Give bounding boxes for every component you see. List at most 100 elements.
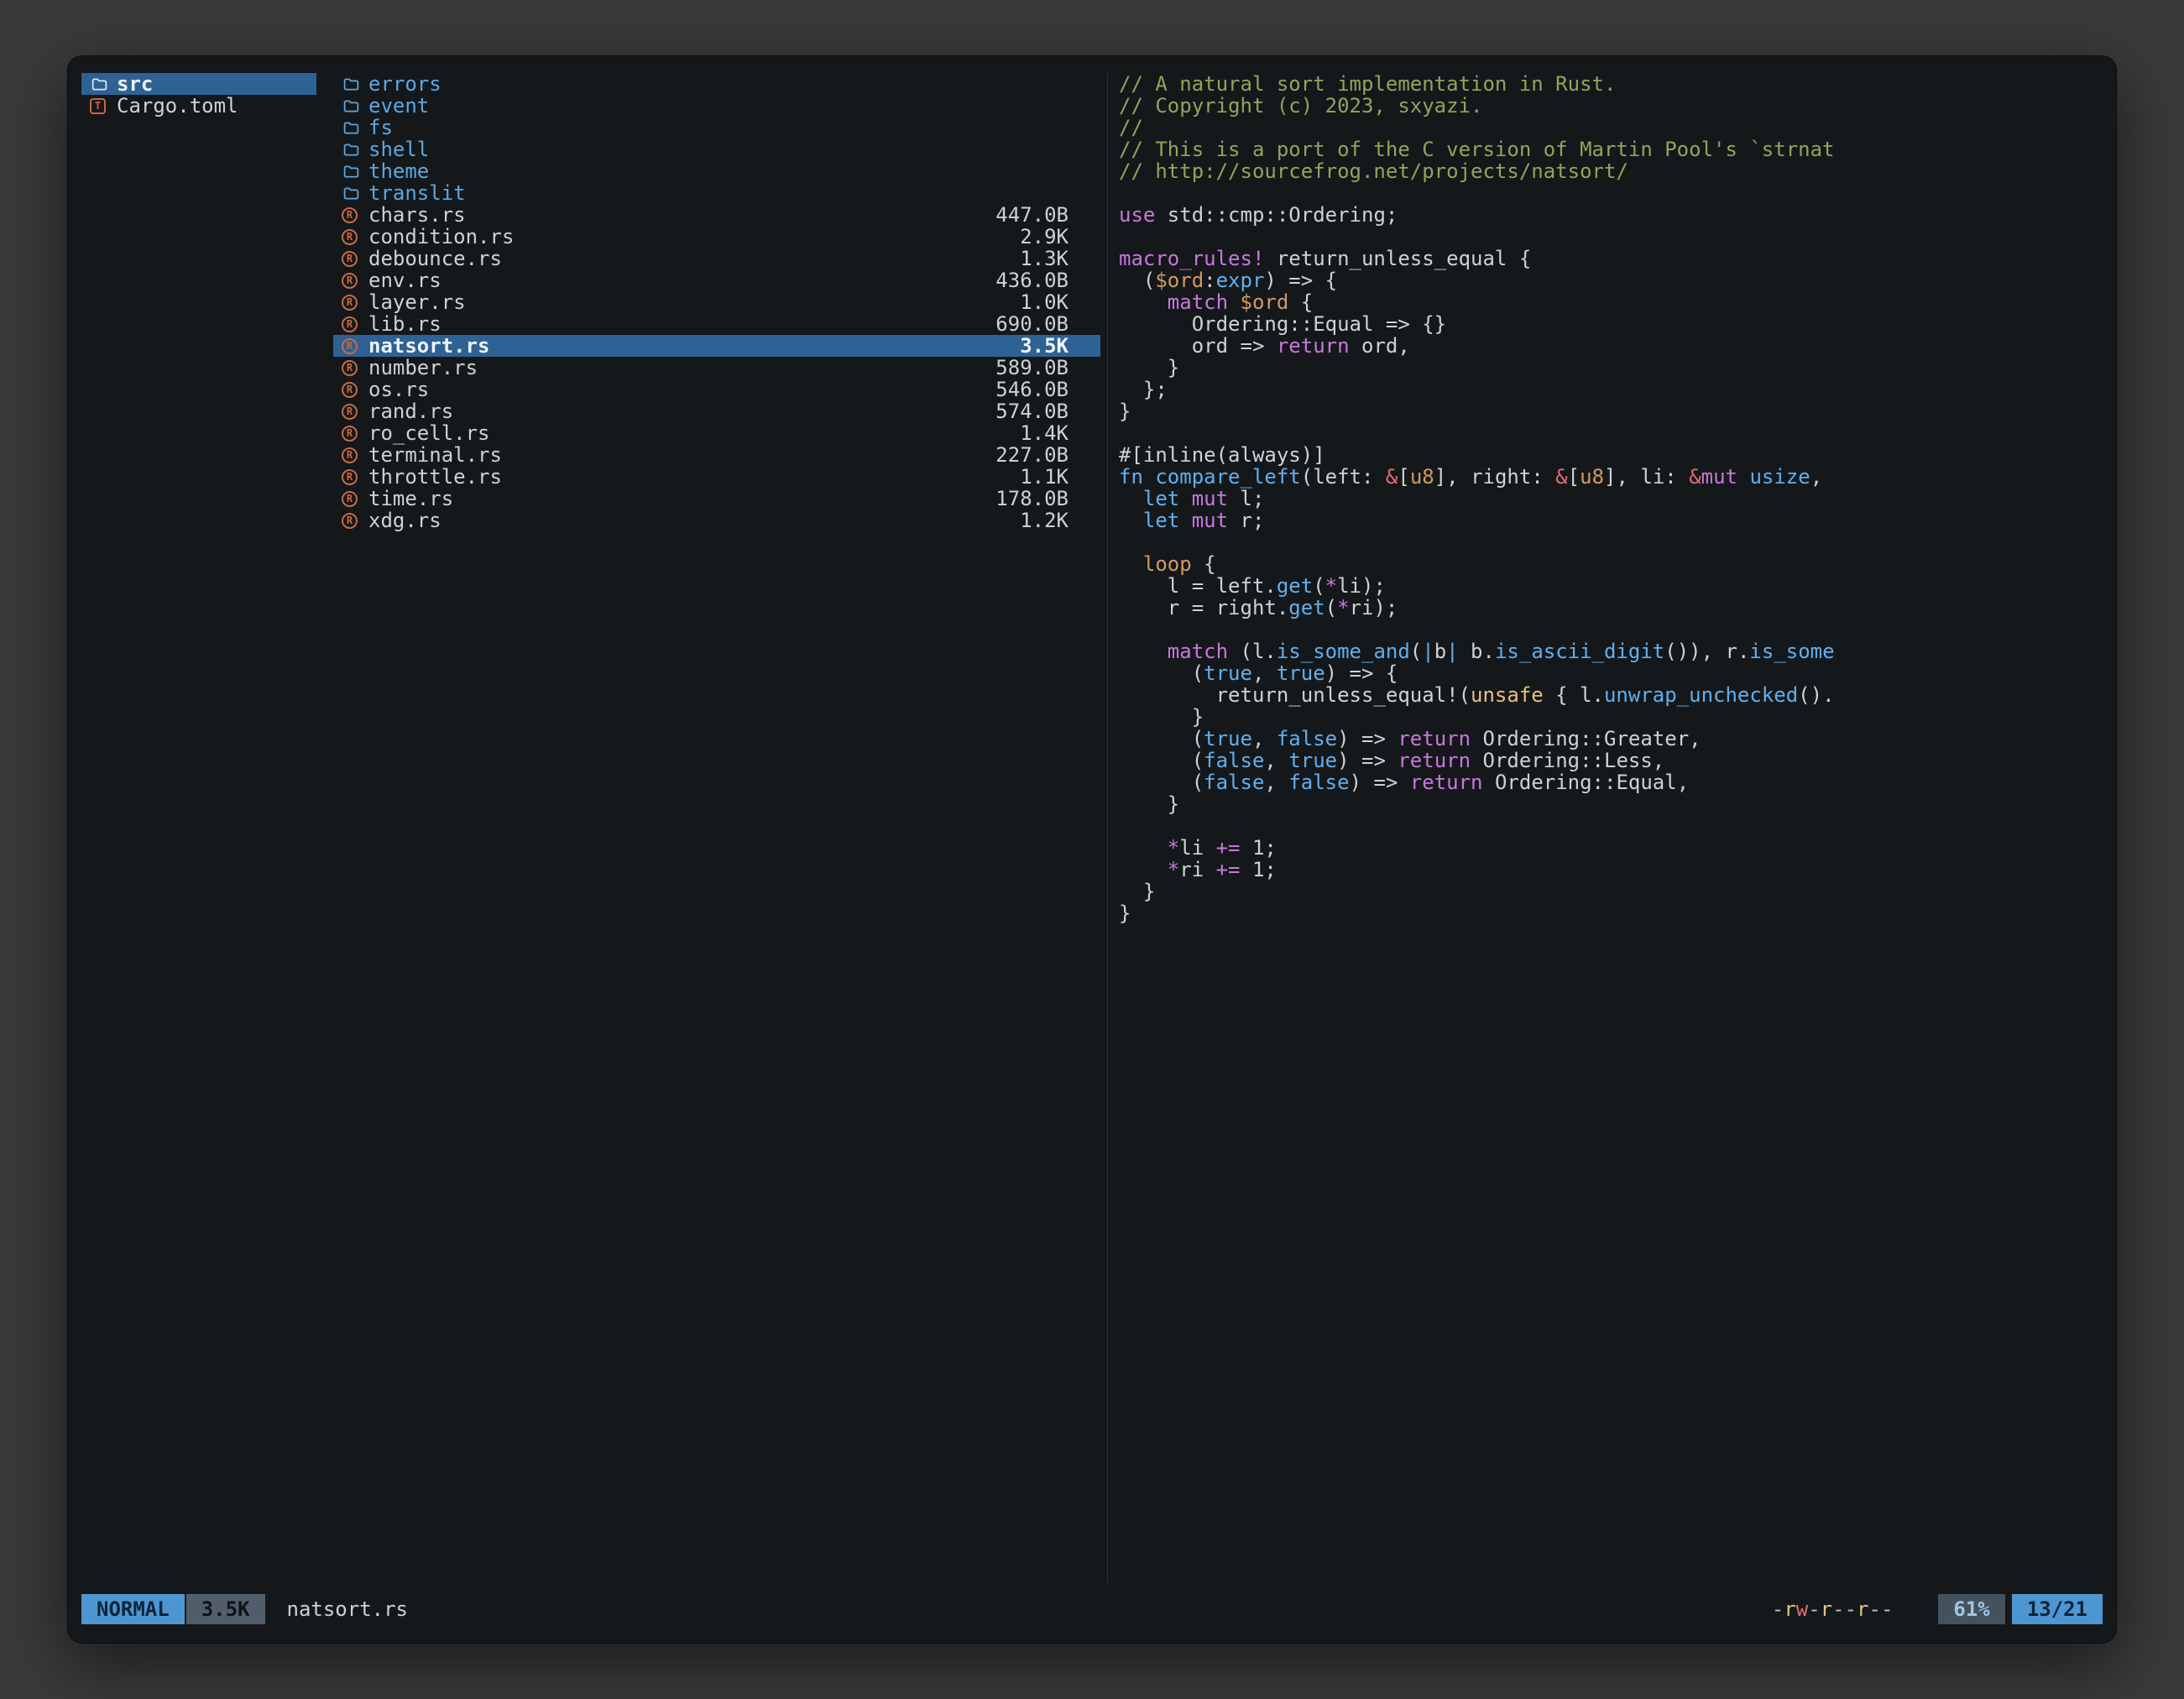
code-line: }: [1119, 400, 2106, 422]
entry-name: ro_cell.rs: [368, 422, 490, 444]
file-row[interactable]: Rlib.rs 690.0B: [333, 313, 1100, 335]
entry-size: 447.0B: [995, 204, 1092, 226]
rust-icon: R: [342, 207, 368, 223]
rust-icon: R: [342, 382, 368, 398]
entry-name: theme: [368, 160, 429, 182]
entry-size: 2.9K: [1020, 226, 1092, 248]
size-badge: 3.5K: [186, 1594, 265, 1624]
entry-name: src: [117, 73, 153, 95]
rust-icon: R: [342, 316, 368, 332]
file-row[interactable]: Rxdg.rs1.2K: [333, 510, 1100, 531]
code-line: }: [1119, 793, 2106, 815]
entry-size: 589.0B: [995, 357, 1092, 379]
folder-row[interactable]: event: [333, 95, 1100, 117]
code-line: match (l.is_some_and(|b| b.is_ascii_digi…: [1119, 640, 2106, 662]
current-pane: errorseventfsshellthemetranslitRchars.rs…: [333, 73, 1100, 1582]
file-row[interactable]: Rnatsort.rs3.5K: [333, 335, 1100, 357]
file-row[interactable]: Renv.rs436.0B: [333, 269, 1100, 291]
entry-size: 690.0B: [995, 313, 1092, 335]
file-row[interactable]: Rrand.rs574.0B: [333, 400, 1100, 422]
entry-size: 574.0B: [995, 400, 1092, 422]
code-line: }: [1119, 881, 2106, 902]
entry-size: 1.1K: [1020, 466, 1092, 488]
file-row[interactable]: Rtime.rs178.0B: [333, 488, 1100, 510]
code-line: r = right.get(*ri);: [1119, 597, 2106, 619]
code-line: [1119, 226, 2106, 248]
entry-size: 227.0B: [995, 444, 1092, 466]
folder-icon: [342, 119, 368, 137]
file-row[interactable]: Rlayer.rs1.0K: [333, 291, 1100, 313]
code-line: [1119, 815, 2106, 837]
folder-icon: [342, 97, 368, 115]
entry-name: fs: [368, 117, 393, 139]
entry-name: env.rs: [368, 269, 442, 291]
toml-icon: T: [90, 98, 117, 114]
code-line: *li += 1;: [1119, 837, 2106, 859]
folder-icon: [342, 141, 368, 159]
rust-icon: R: [342, 469, 368, 485]
rust-icon: R: [342, 360, 368, 376]
code-line: ($ord:expr) => {: [1119, 269, 2106, 291]
folder-row[interactable]: fs: [333, 117, 1100, 139]
file-row[interactable]: Rnumber.rs589.0B: [333, 357, 1100, 379]
file-row[interactable]: Rchars.rs 447.0B: [333, 204, 1100, 226]
entry-name: natsort.rs: [368, 335, 490, 357]
entry-size: 1.3K: [1020, 248, 1092, 269]
code-line: [1119, 422, 2106, 444]
folder-row[interactable]: src: [81, 73, 316, 95]
code-line: l = left.get(*li);: [1119, 575, 2106, 597]
entry-size: 3.5K: [1020, 335, 1092, 357]
panes: srcTCargo.toml errorseventfsshellthemetr…: [68, 56, 2116, 1582]
code-line: Ordering::Equal => {}: [1119, 313, 2106, 335]
status-bar: NORMAL 3.5K natsort.rs -rw-r--r-- 61% 13…: [81, 1594, 2103, 1624]
entry-size: 1.4K: [1020, 422, 1092, 444]
file-row[interactable]: Rcondition.rs2.9K: [333, 226, 1100, 248]
entry-name: chars.rs: [368, 204, 466, 226]
file-row[interactable]: TCargo.toml: [81, 95, 316, 117]
folder-row[interactable]: errors: [333, 73, 1100, 95]
code-line: ord => return ord,: [1119, 335, 2106, 357]
file-row[interactable]: Rdebounce.rs 1.3K: [333, 248, 1100, 269]
entry-name: os.rs: [368, 379, 429, 400]
code-line: }: [1119, 706, 2106, 728]
scroll-percent-badge: 61%: [1938, 1594, 2004, 1624]
code-line: // http://sourcefrog.net/projects/natsor…: [1119, 160, 2106, 182]
rust-icon: R: [342, 513, 368, 529]
entry-name: rand.rs: [368, 400, 453, 422]
entry-size: 1.0K: [1020, 291, 1092, 313]
file-row[interactable]: Rthrottle.rs1.1K: [333, 466, 1100, 488]
entry-name: Cargo.toml: [117, 95, 238, 117]
folder-row[interactable]: translit: [333, 182, 1100, 204]
code-line: (false, false) => return Ordering::Equal…: [1119, 771, 2106, 793]
rust-icon: R: [342, 447, 368, 463]
entry-name: translit: [368, 182, 466, 204]
folder-icon: [342, 185, 368, 202]
entry-name: layer.rs: [368, 291, 466, 313]
code-line: return_unless_equal!(unsafe { l.unwrap_u…: [1119, 684, 2106, 706]
code-line: [1119, 531, 2106, 553]
entry-name: condition.rs: [368, 226, 514, 248]
rust-icon: R: [342, 491, 368, 507]
entry-name: lib.rs: [368, 313, 442, 335]
code-line: // Copyright (c) 2023, sxyazi.: [1119, 95, 2106, 117]
code-line: loop {: [1119, 553, 2106, 575]
code-line: *ri += 1;: [1119, 859, 2106, 881]
folder-row[interactable]: theme: [333, 160, 1100, 182]
mode-badge: NORMAL: [81, 1594, 185, 1624]
file-row[interactable]: Rro_cell.rs1.4K: [333, 422, 1100, 444]
entry-name: shell: [368, 139, 429, 160]
file-row[interactable]: Ros.rs546.0B: [333, 379, 1100, 400]
code-line: #[inline(always)]: [1119, 444, 2106, 466]
entry-name: debounce.rs: [368, 248, 502, 269]
file-row[interactable]: Rterminal.rs227.0B: [333, 444, 1100, 466]
code-line: macro_rules! return_unless_equal {: [1119, 248, 2106, 269]
code-line: match $ord {: [1119, 291, 2106, 313]
folder-row[interactable]: shell: [333, 139, 1100, 160]
entry-size: 1.2K: [1020, 510, 1092, 531]
code-line: //: [1119, 117, 2106, 139]
folder-icon: [90, 76, 117, 93]
code-line: };: [1119, 379, 2106, 400]
folder-icon: [342, 163, 368, 180]
rust-icon: R: [342, 251, 368, 267]
code-line: }: [1119, 902, 2106, 924]
